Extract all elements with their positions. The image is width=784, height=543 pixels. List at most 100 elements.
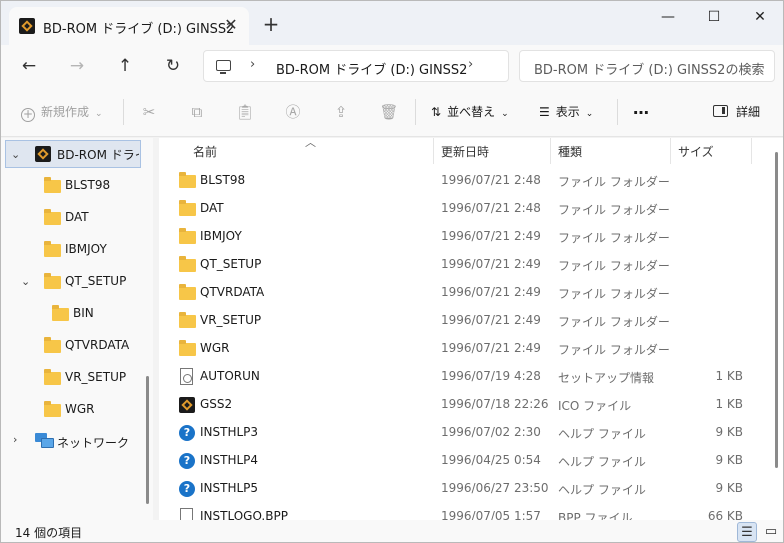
breadcrumb[interactable]: BD-ROM ドライブ (D:) GINSS2 <box>276 59 467 78</box>
this-pc-icon[interactable] <box>216 60 231 74</box>
delete-icon[interactable]: 🗑︎ <box>379 102 399 122</box>
view-list-icon: ☰ <box>539 105 550 119</box>
file-name: WGR <box>200 341 230 355</box>
document-icon <box>180 508 193 520</box>
file-row[interactable]: BLST98 1996/07/21 2:48 ファイル フォルダー <box>159 167 769 195</box>
details-pane-icon <box>713 105 728 117</box>
active-tab[interactable]: BD-ROM ドライブ (D:) GINSS2 ✕ <box>9 7 249 45</box>
new-tab-button[interactable]: + <box>259 13 283 37</box>
file-date: 1996/07/19 4:28 <box>441 369 541 383</box>
paste-icon[interactable]: 📋︎ <box>235 102 255 122</box>
sort-ascending-icon: ︿ <box>305 138 316 149</box>
address-bar[interactable]: › BD-ROM ドライブ (D:) GINSS2 › <box>203 50 509 82</box>
file-row[interactable]: QTVRDATA 1996/07/21 2:49 ファイル フォルダー <box>159 279 769 307</box>
folder-icon <box>179 256 196 272</box>
file-row[interactable]: ? INSTHLP5 1996/06/27 23:50 ヘルプ ファイル 9 KB <box>159 475 769 503</box>
maximize-button[interactable]: ☐ <box>691 1 737 33</box>
more-options-button[interactable]: … <box>633 97 649 121</box>
sort-label: 並べ替え <box>447 105 496 119</box>
help-file-icon: ? <box>179 481 195 497</box>
column-divider[interactable] <box>670 138 671 164</box>
file-date: 1996/07/21 2:49 <box>441 229 541 243</box>
chevron-right-icon[interactable]: › <box>250 57 255 72</box>
file-row[interactable]: VR_SETUP 1996/07/21 2:49 ファイル フォルダー <box>159 307 769 335</box>
file-date: 1996/07/02 2:30 <box>441 425 541 439</box>
details-label: 詳細 <box>736 105 761 119</box>
file-row[interactable]: WGR 1996/07/21 2:49 ファイル フォルダー <box>159 335 769 363</box>
sort-button[interactable]: ⇅ 並べ替え ⌄ <box>431 100 509 124</box>
close-tab-icon[interactable]: ✕ <box>221 15 241 35</box>
file-type: ファイル フォルダー <box>558 287 670 301</box>
sort-icon: ⇅ <box>431 105 442 119</box>
chevron-right-icon[interactable]: › <box>13 433 17 446</box>
plus-circle-icon: + <box>21 107 35 122</box>
file-type: ファイル フォルダー <box>558 343 670 357</box>
folder-icon <box>44 369 61 385</box>
nav-item-drive-label: BD-ROM ドライブ (D:) GINSS2 <box>57 148 139 162</box>
column-header-date[interactable]: 更新日時 <box>441 143 489 169</box>
rename-icon[interactable]: Ⓐ <box>283 102 303 122</box>
column-divider[interactable] <box>550 138 551 164</box>
chevron-right-icon[interactable]: › <box>468 57 473 72</box>
file-type: セットアップ情報 <box>558 371 655 385</box>
file-row[interactable]: ? INSTHLP4 1996/04/25 0:54 ヘルプ ファイル 9 KB <box>159 447 769 475</box>
tiles-view-button[interactable]: ▭ <box>761 522 781 542</box>
folder-icon <box>179 200 196 216</box>
back-button[interactable]: ← <box>15 52 43 80</box>
column-divider[interactable] <box>751 138 752 164</box>
file-row[interactable]: INSTLOGO.BPP 1996/07/05 1:57 BPP ファイル 66 KB <box>159 503 769 520</box>
nav-scrollbar[interactable] <box>146 376 149 504</box>
drive-icon <box>19 18 35 34</box>
copy-icon[interactable]: ⧉ <box>187 102 207 122</box>
column-header-type[interactable]: 種類 <box>558 143 582 169</box>
file-size: 1 KB <box>715 369 743 383</box>
minimize-button[interactable]: — <box>645 1 691 33</box>
ico-file-icon <box>179 397 195 413</box>
status-bar: 14 個の項目 ☰ ▭ <box>1 520 783 542</box>
file-type: ファイル フォルダー <box>558 259 670 273</box>
address-row: ← → ↑ ↻ › BD-ROM ドライブ (D:) GINSS2 › BD-R… <box>1 45 783 87</box>
details-pane-button[interactable]: 詳細 <box>713 100 760 124</box>
forward-button[interactable]: → <box>63 52 91 80</box>
chevron-down-icon[interactable]: ⌄ <box>21 275 30 288</box>
folder-icon <box>44 273 61 289</box>
folder-icon <box>179 312 196 328</box>
file-row[interactable]: QT_SETUP 1996/07/21 2:49 ファイル フォルダー <box>159 251 769 279</box>
column-header-size[interactable]: サイズ <box>678 143 714 169</box>
file-row[interactable]: IBMJOY 1996/07/21 2:49 ファイル フォルダー <box>159 223 769 251</box>
column-header-name[interactable]: 名前 <box>193 143 217 169</box>
tab-bar: BD-ROM ドライブ (D:) GINSS2 ✕ + — ☐ ✕ <box>1 1 783 45</box>
file-list-scrollbar[interactable] <box>775 152 778 468</box>
cut-icon[interactable]: ✂ <box>139 102 159 122</box>
new-button[interactable]: + 新規作成 ⌄ <box>21 100 103 124</box>
file-row[interactable]: DAT 1996/07/21 2:48 ファイル フォルダー <box>159 195 769 223</box>
up-button[interactable]: ↑ <box>111 52 139 80</box>
toolbar-divider <box>123 99 124 125</box>
chevron-down-icon[interactable]: ⌄ <box>11 148 20 161</box>
column-divider[interactable] <box>433 138 434 164</box>
file-name: INSTHLP5 <box>200 481 259 495</box>
details-view-button[interactable]: ☰ <box>737 522 757 542</box>
file-name: GSS2 <box>200 397 233 411</box>
file-row[interactable]: ? INSTHLP3 1996/07/02 2:30 ヘルプ ファイル 9 KB <box>159 419 769 447</box>
file-size: 66 KB <box>707 509 743 520</box>
command-bar: + 新規作成 ⌄ ✂ ⧉ 📋︎ Ⓐ ⇪ 🗑︎ ⇅ 並べ替え ⌄ ☰ 表示 ⌄ … 詳細 <box>1 87 783 137</box>
close-window-button[interactable]: ✕ <box>737 1 783 33</box>
setup-info-icon <box>180 368 193 385</box>
file-name: IBMJOY <box>200 229 242 243</box>
share-icon[interactable]: ⇪ <box>331 102 351 122</box>
file-name: AUTORUN <box>200 369 260 383</box>
folder-icon <box>44 209 61 225</box>
search-input[interactable]: BD-ROM ドライブ (D:) GINSS2の検索 <box>519 50 775 82</box>
file-date: 1996/07/21 2:48 <box>441 173 541 187</box>
network-icon <box>35 433 54 448</box>
chevron-down-icon: ⌄ <box>95 109 103 119</box>
file-row[interactable]: AUTORUN 1996/07/19 4:28 セットアップ情報 1 KB <box>159 363 769 391</box>
view-button[interactable]: ☰ 表示 ⌄ <box>539 100 593 124</box>
refresh-button[interactable]: ↻ <box>159 52 187 80</box>
file-date: 1996/06/27 23:50 <box>441 481 549 495</box>
folder-icon <box>179 228 196 244</box>
file-size: 9 KB <box>715 425 743 439</box>
file-type: ファイル フォルダー <box>558 203 670 217</box>
file-row[interactable]: GSS2 1996/07/18 22:26 ICO ファイル 1 KB <box>159 391 769 419</box>
